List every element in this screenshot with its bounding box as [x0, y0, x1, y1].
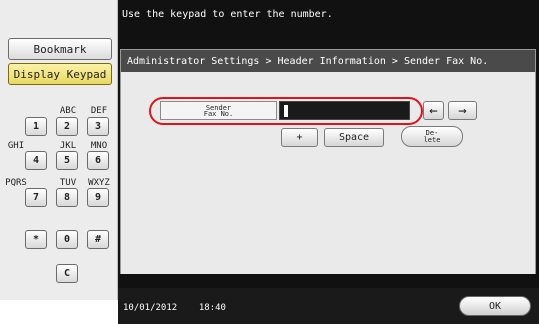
delete-label-line2: lete: [423, 135, 441, 144]
key-3-letters: DEF: [90, 106, 108, 116]
key-0[interactable]: 0: [56, 230, 78, 249]
key-6[interactable]: 6: [87, 151, 109, 170]
input-highlight: [149, 97, 423, 125]
key-hash[interactable]: #: [87, 230, 109, 249]
cursor-left-button[interactable]: ←: [423, 101, 444, 120]
key-8-letters: TUV: [59, 178, 77, 188]
key-1[interactable]: 1: [25, 117, 47, 136]
key-5-letters: JKL: [59, 141, 77, 151]
settings-screen: Administrator Settings > Header Informat…: [120, 49, 536, 274]
datetime: 10/01/2012 18:40: [123, 303, 226, 313]
ok-button[interactable]: OK: [459, 296, 531, 316]
key-9-letters: WXYZ: [88, 178, 110, 188]
key-star[interactable]: *: [25, 230, 47, 249]
key-5[interactable]: 5: [56, 151, 78, 170]
key-8[interactable]: 8: [56, 188, 78, 207]
instruction-message: Use the keypad to enter the number.: [122, 9, 333, 20]
right-arrow-icon: →: [458, 102, 467, 119]
key-4-letters: GHI: [7, 141, 25, 151]
bookmark-button[interactable]: Bookmark: [8, 38, 112, 60]
status-date: 10/01/2012: [123, 303, 178, 313]
key-4[interactable]: 4: [25, 151, 47, 170]
plus-button[interactable]: +: [281, 128, 318, 147]
key-2[interactable]: 2: [56, 117, 78, 136]
key-9[interactable]: 9: [87, 188, 109, 207]
key-2-letters: ABC: [59, 106, 77, 116]
left-panel: Bookmark Display Keypad ABC DEF 1 2 3 GH…: [0, 0, 118, 300]
cursor-right-button[interactable]: →: [448, 101, 477, 120]
key-clear[interactable]: C: [56, 264, 78, 283]
space-button[interactable]: Space: [324, 128, 384, 147]
status-time: 18:40: [198, 303, 226, 313]
key-7-letters: PQRS: [5, 178, 27, 188]
breadcrumb: Administrator Settings > Header Informat…: [121, 50, 535, 72]
left-arrow-icon: ←: [429, 102, 438, 119]
display-keypad-button[interactable]: Display Keypad: [8, 63, 112, 85]
key-3[interactable]: 3: [87, 117, 109, 136]
key-6-letters: MNO: [90, 141, 108, 151]
delete-button[interactable]: De- lete: [401, 126, 463, 147]
key-7[interactable]: 7: [25, 188, 47, 207]
